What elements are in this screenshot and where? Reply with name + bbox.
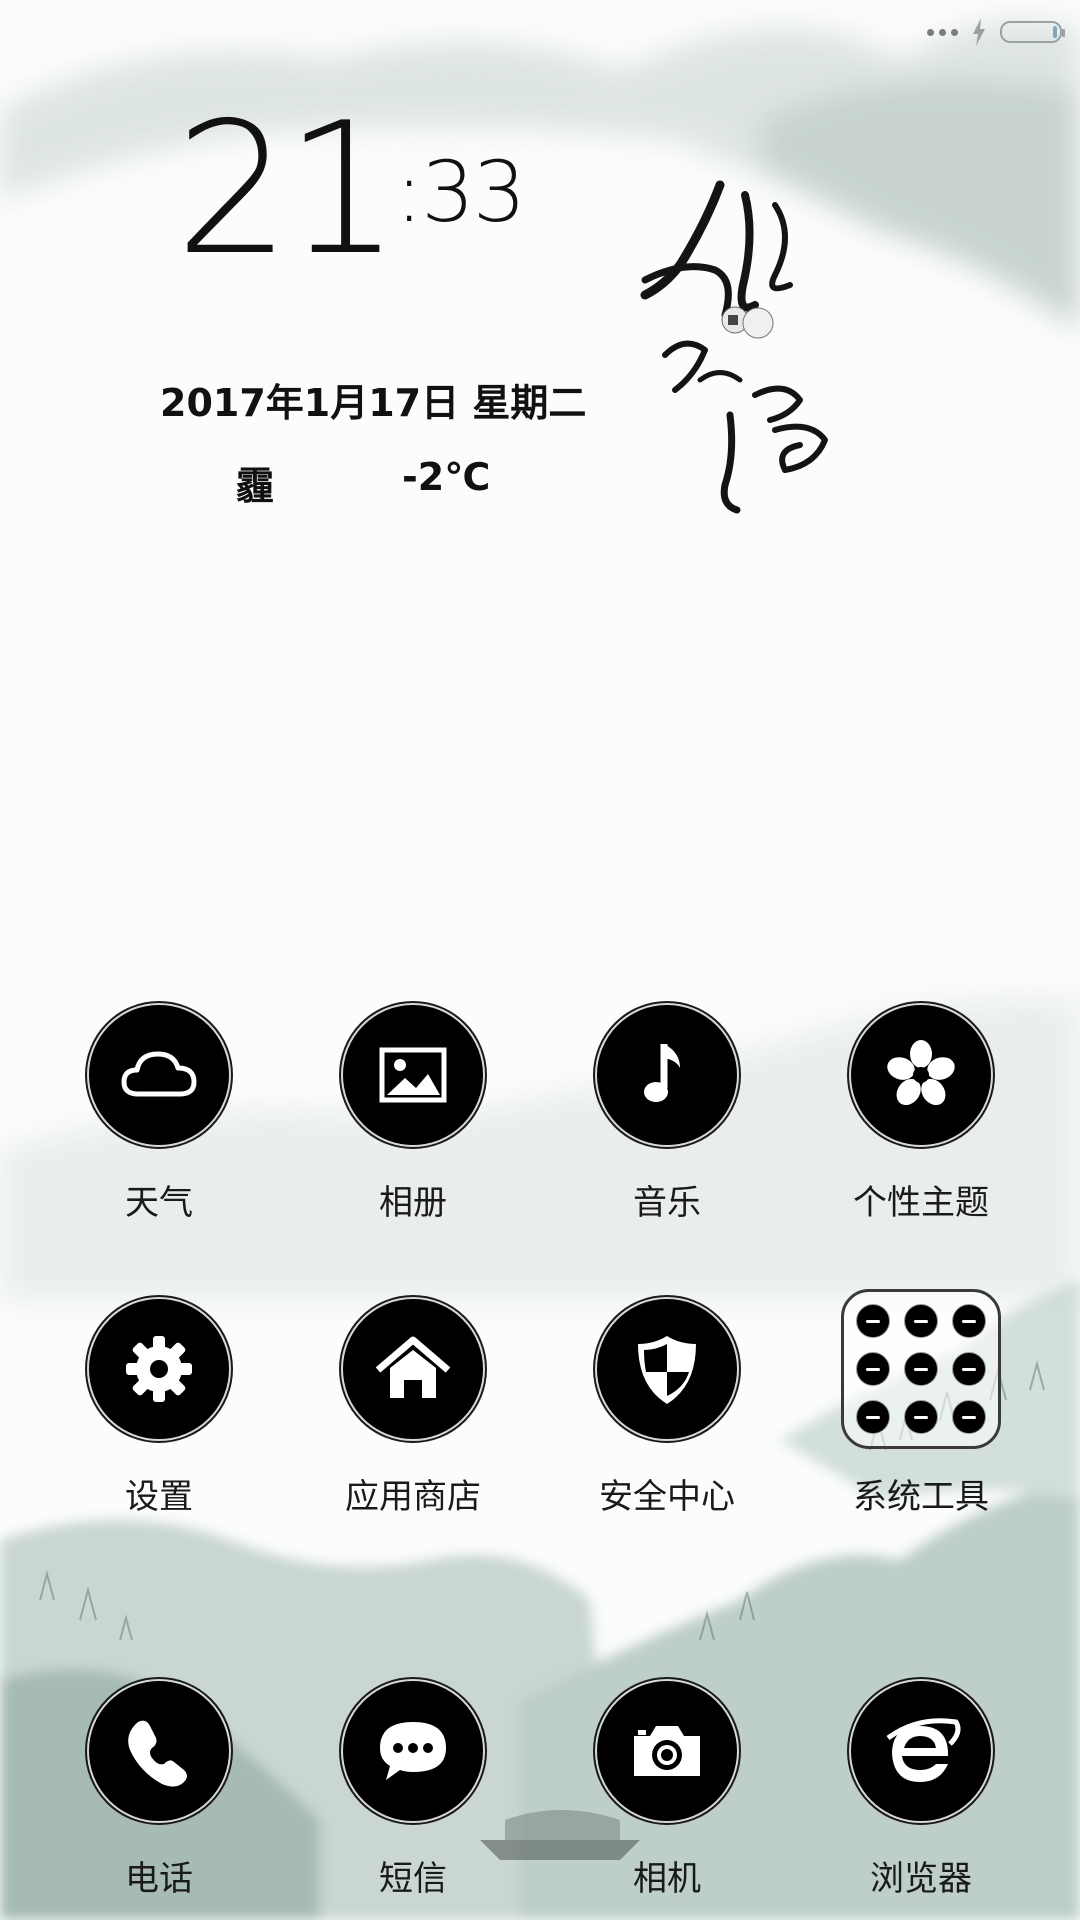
dock-messages[interactable]: 短信 [313, 1677, 513, 1900]
app-music[interactable]: 音乐 [567, 1001, 767, 1224]
folder-app-icon [952, 1304, 986, 1338]
folder-system-tools[interactable]: 系统工具 [821, 1289, 1021, 1518]
flower-icon [847, 1001, 995, 1149]
clock-minute[interactable]: :33 [395, 150, 526, 234]
folder-app-icon [856, 1352, 890, 1386]
folder-app-icon [904, 1304, 938, 1338]
app-label: 浏览器 [870, 1859, 972, 1899]
app-label: 安全中心 [599, 1477, 735, 1517]
dock-browser[interactable]: 浏览器 [821, 1677, 1021, 1900]
folder-app-icon [904, 1400, 938, 1434]
image-icon [339, 1001, 487, 1149]
app-label: 电话 [125, 1859, 193, 1899]
gear-icon [85, 1295, 233, 1443]
battery-icon [1000, 21, 1065, 43]
date-text: 2017年1月17日 星期二 [160, 381, 587, 425]
folder-app-icon [952, 1352, 986, 1386]
folder-app-icon [856, 1400, 890, 1434]
weather-condition[interactable]: 霾 [236, 455, 274, 510]
app-label: 系统工具 [853, 1477, 989, 1517]
app-themes[interactable]: 个性主题 [821, 1001, 1021, 1224]
phone-icon [85, 1677, 233, 1825]
chat-bubble-icon [339, 1677, 487, 1825]
notification-dots-icon [927, 28, 958, 36]
cloud-icon [85, 1001, 233, 1149]
app-label: 设置 [125, 1477, 193, 1517]
charging-bolt-icon [973, 18, 985, 46]
app-label: 音乐 [633, 1183, 701, 1223]
folder-app-icon [856, 1304, 890, 1338]
browser-e-icon [847, 1677, 995, 1825]
dock-camera[interactable]: 相机 [567, 1677, 767, 1900]
folder-app-icon [952, 1400, 986, 1434]
app-label: 天气 [125, 1183, 193, 1223]
dock-phone[interactable]: 电话 [59, 1677, 259, 1900]
status-bar [927, 16, 1065, 48]
weather-temperature[interactable]: -2℃ [402, 455, 490, 499]
calligraphy-artwork [640, 180, 828, 514]
app-label: 相册 [379, 1183, 447, 1223]
app-weather[interactable]: 天气 [59, 1001, 259, 1224]
shield-icon [593, 1295, 741, 1443]
wallpaper-landscape [0, 20, 1080, 1920]
folder-app-icon [904, 1352, 938, 1386]
app-label: 个性主题 [853, 1183, 989, 1223]
house-icon [339, 1295, 487, 1443]
music-note-icon [593, 1001, 741, 1149]
app-label: 短信 [379, 1859, 447, 1899]
app-store[interactable]: 应用商店 [313, 1295, 513, 1518]
folder-icon [841, 1289, 1001, 1449]
app-security-center[interactable]: 安全中心 [567, 1295, 767, 1518]
camera-icon [593, 1677, 741, 1825]
app-settings[interactable]: 设置 [59, 1295, 259, 1518]
app-label: 相机 [633, 1859, 701, 1899]
app-gallery[interactable]: 相册 [313, 1001, 513, 1224]
clock-hour[interactable]: 21 [175, 98, 401, 280]
app-label: 应用商店 [345, 1477, 481, 1517]
